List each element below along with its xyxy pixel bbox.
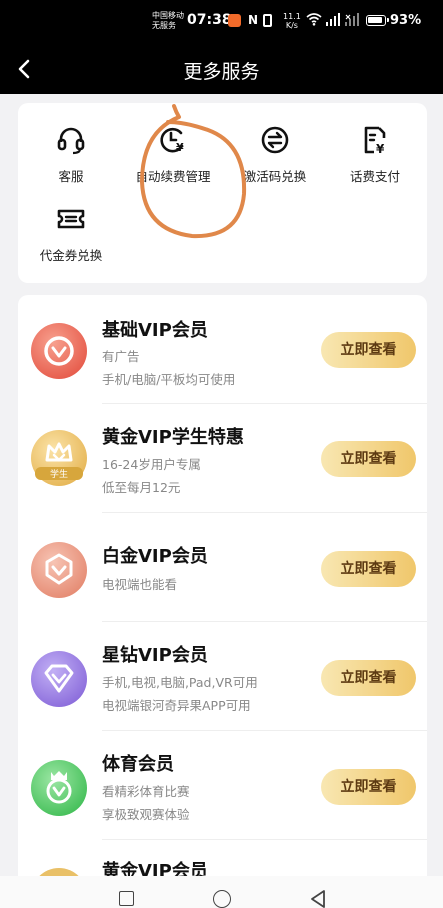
status-time: 07:38	[187, 12, 232, 28]
network-speed-value: 11.1	[283, 12, 301, 21]
service-auto-renewal[interactable]: ¥ 自动续费管理	[122, 124, 224, 185]
vip-item-gold-student[interactable]: 学生 黄金VIP学生特惠 16-24岁用户专属 低至每月12元 立即查看	[18, 404, 427, 513]
app-notification-icon	[228, 14, 241, 27]
network-speed: 11.1 K/s	[283, 12, 301, 30]
signal-no-service-icon	[345, 13, 359, 26]
vip-item-platinum[interactable]: 白金VIP会员 电视端也能看 立即查看	[18, 513, 427, 622]
vip-desc: 享极致观赛体验	[102, 807, 190, 822]
svg-text:¥: ¥	[376, 142, 385, 156]
triangle-back-icon[interactable]	[308, 888, 328, 908]
vip-item-sports[interactable]: 体育会员 看精彩体育比赛 享极致观赛体验 立即查看	[18, 731, 427, 840]
vip-item-basic[interactable]: 基础VIP会员 有广告 手机/电脑/平板均可使用 立即查看	[18, 295, 427, 404]
services-card: 客服 ¥ 自动续费管理 激活码兑换 ¥ 话费支付 代金券兑换	[18, 103, 427, 283]
vip-title: 基础VIP会员	[102, 320, 208, 341]
diamond-vip-icon	[31, 651, 87, 707]
service-label: 话费支付	[349, 169, 400, 184]
gold-student-vip-icon: 学生	[31, 430, 87, 486]
status-bar: 中国移动 无服务 07:38 N 11.1 K/s 93%	[0, 0, 443, 46]
vip-desc: 有广告	[102, 349, 140, 364]
network-speed-unit: K/s	[285, 21, 298, 30]
vip-title: 星钻VIP会员	[102, 645, 208, 666]
vip-title: 黄金VIP学生特惠	[102, 427, 244, 448]
vip-desc: 看精彩体育比赛	[102, 784, 190, 799]
service-label: 自动续费管理	[135, 169, 211, 184]
vip-desc: 电视端也能看	[102, 577, 178, 592]
header: 更多服务	[0, 46, 443, 94]
basic-vip-icon	[31, 323, 87, 379]
vibrate-icon	[263, 14, 272, 27]
view-now-button[interactable]: 立即查看	[321, 769, 416, 805]
vip-title: 白金VIP会员	[102, 546, 208, 567]
platinum-vip-icon	[31, 542, 87, 598]
clock-yuan-icon: ¥	[160, 127, 184, 154]
carrier-info: 中国移动 无服务	[152, 11, 184, 31]
carrier-name: 中国移动	[152, 11, 184, 20]
service-phone-bill[interactable]: ¥ 话费支付	[324, 124, 426, 185]
circle-home-icon[interactable]	[213, 890, 231, 908]
carrier-service: 无服务	[152, 21, 176, 30]
service-customer-support[interactable]: 客服	[20, 124, 122, 185]
battery-percent: 93%	[390, 13, 422, 28]
view-now-button[interactable]: 立即查看	[321, 441, 416, 477]
battery-icon	[366, 15, 389, 26]
exchange-icon	[261, 126, 289, 154]
vip-desc: 低至每月12元	[102, 480, 181, 495]
service-label: 激活码兑换	[243, 169, 307, 184]
vip-title: 体育会员	[102, 754, 174, 775]
view-now-button[interactable]: 立即查看	[321, 332, 416, 368]
nfc-icon: N	[248, 13, 259, 27]
service-voucher[interactable]: 代金券兑换	[20, 203, 122, 264]
square-recents-icon[interactable]	[119, 891, 134, 906]
view-now-button[interactable]: 立即查看	[321, 551, 416, 587]
vip-desc: 手机/电脑/平板均可使用	[102, 372, 236, 387]
vip-desc: 手机,电视,电脑,Pad,VR可用	[102, 675, 258, 690]
signal-4g-icon	[326, 13, 340, 26]
service-label: 代金券兑换	[39, 248, 103, 263]
vip-item-diamond[interactable]: 星钻VIP会员 手机,电视,电脑,Pad,VR可用 电视端银河奇异果APP可用 …	[18, 622, 427, 731]
sports-vip-icon	[31, 760, 87, 816]
service-label: 客服	[58, 169, 84, 184]
headset-icon	[57, 127, 85, 155]
system-nav-bar	[0, 876, 443, 908]
wifi-icon	[306, 13, 322, 26]
ticket-icon	[57, 209, 85, 229]
vip-desc: 电视端银河奇异果APP可用	[102, 698, 251, 713]
vip-list: 基础VIP会员 有广告 手机/电脑/平板均可使用 立即查看 学生 黄金VIP学生…	[18, 295, 427, 895]
view-now-button[interactable]: 立即查看	[321, 660, 416, 696]
svg-text:¥: ¥	[176, 141, 184, 154]
service-activation-code[interactable]: 激活码兑换	[224, 124, 326, 185]
phone-bill-icon: ¥	[364, 126, 386, 156]
page-title: 更多服务	[183, 61, 260, 83]
student-tag: 学生	[35, 467, 83, 480]
vip-desc: 16-24岁用户专属	[102, 457, 201, 472]
